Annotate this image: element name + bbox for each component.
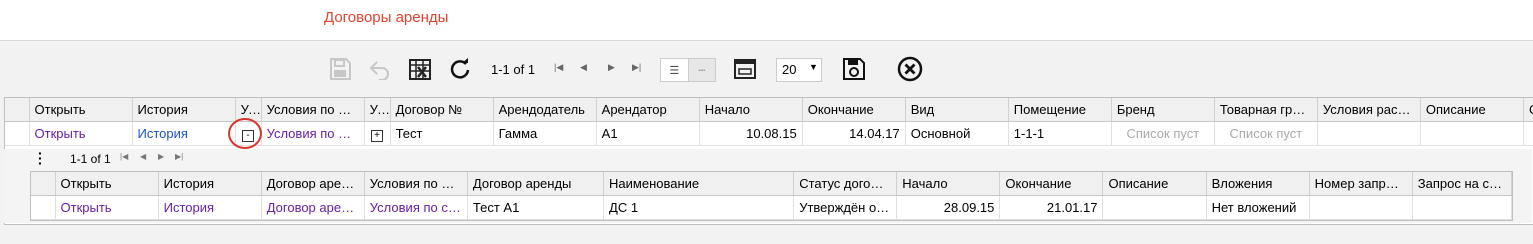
tenant-cell: А1 bbox=[596, 121, 700, 146]
save-icon[interactable] bbox=[326, 52, 354, 86]
column-header[interactable]: Наименование bbox=[603, 172, 795, 196]
end-date-cell: 21.01.17 bbox=[999, 195, 1104, 220]
row-selector-header bbox=[31, 172, 56, 196]
highlight-circle bbox=[228, 118, 262, 149]
column-header[interactable]: Номер запр… bbox=[1309, 172, 1413, 196]
product-group-cell: Список пуст bbox=[1214, 121, 1318, 146]
description-cell bbox=[1420, 121, 1524, 146]
view-list-icon[interactable]: ☰ bbox=[661, 59, 689, 81]
column-header[interactable]: Помещение bbox=[1008, 98, 1112, 122]
subgrid-pager-text: 1-1 of 1 bbox=[70, 152, 111, 166]
column-header[interactable]: Статус дого… bbox=[793, 172, 898, 196]
column-header[interactable]: Вложения bbox=[1206, 172, 1310, 196]
last-page-icon[interactable]: ▶| bbox=[175, 152, 183, 161]
pager-text: 1-1 of 1 bbox=[491, 62, 536, 77]
end-date-cell: 14.04.17 bbox=[802, 121, 906, 146]
description-cell bbox=[1102, 195, 1207, 220]
brand-cell: Список пуст bbox=[1111, 121, 1215, 146]
history-link[interactable]: История bbox=[132, 121, 236, 146]
column-header[interactable]: Арендодатель bbox=[493, 98, 597, 122]
contract-link[interactable]: Договор аре… bbox=[261, 195, 365, 220]
expand-row-button[interactable]: + bbox=[371, 129, 384, 142]
column-header[interactable]: Начало bbox=[699, 98, 803, 122]
column-header[interactable]: Открыть bbox=[55, 172, 159, 196]
next-page-icon[interactable]: ▶ bbox=[158, 152, 164, 161]
first-page-icon[interactable]: |◀ bbox=[554, 62, 563, 73]
column-header[interactable]: История bbox=[158, 172, 262, 196]
close-icon[interactable] bbox=[896, 52, 924, 86]
column-header[interactable]: Товарная гр… bbox=[1214, 98, 1318, 122]
subgrid-panel: · · · 1-1 of 1 |◀ ◀ ▶ ▶| Открыть История Д… bbox=[4, 146, 1532, 223]
column-header[interactable]: Условия по … bbox=[364, 172, 468, 196]
start-date-cell: 10.08.15 bbox=[699, 121, 803, 146]
page-size-dropdown[interactable]: 20 ▼ bbox=[776, 58, 822, 82]
sub-grid-header: Открыть История Договор аре… Условия по … bbox=[31, 172, 1513, 196]
column-header[interactable]: История bbox=[132, 98, 236, 122]
calc-conditions-cell bbox=[1317, 121, 1421, 146]
column-header[interactable]: Открыть bbox=[29, 98, 133, 122]
conditions-link[interactable]: Условия по с… bbox=[364, 195, 468, 220]
panel-icon[interactable] bbox=[732, 52, 758, 86]
drag-handle-icon[interactable]: · · · bbox=[38, 146, 43, 170]
column-header[interactable]: Описание bbox=[1420, 98, 1524, 122]
main-grid-header: Открыть История Усл Условия по … Усл Дог… bbox=[5, 98, 1533, 122]
column-header[interactable]: Окончание bbox=[802, 98, 906, 122]
column-header[interactable]: Договор аренды bbox=[467, 172, 605, 196]
request-number-cell bbox=[1309, 195, 1413, 220]
undo-icon[interactable] bbox=[366, 52, 394, 86]
lease-cell: Тест А1 bbox=[467, 195, 605, 220]
premises-cell: 1-1-1 bbox=[1008, 121, 1112, 146]
history-link[interactable]: История bbox=[158, 195, 262, 220]
landlord-cell: Гамма bbox=[493, 121, 597, 146]
first-page-icon[interactable]: |◀ bbox=[120, 152, 128, 161]
prev-page-icon[interactable]: ◀ bbox=[140, 152, 146, 161]
column-header[interactable]: Бренд bbox=[1111, 98, 1215, 122]
prev-page-icon[interactable]: ◀ bbox=[580, 62, 587, 73]
column-header[interactable]: Начало bbox=[896, 172, 1001, 196]
page-title: Договоры аренды bbox=[324, 9, 449, 26]
request-cell bbox=[1412, 195, 1513, 220]
refresh-icon[interactable] bbox=[446, 52, 474, 86]
column-header[interactable]: Условия по … bbox=[261, 98, 365, 122]
column-header[interactable]: Арендатор bbox=[596, 98, 700, 122]
open-link[interactable]: Открыть bbox=[29, 121, 133, 146]
open-link[interactable]: Открыть bbox=[55, 195, 159, 220]
column-header[interactable]: Описание bbox=[1102, 172, 1207, 196]
table-row[interactable]: Открыть История Договор аре… Условия по … bbox=[31, 195, 1513, 220]
status-cell: Утверждён о… bbox=[793, 195, 898, 220]
next-page-icon[interactable]: ▶ bbox=[608, 62, 615, 73]
chevron-down-icon: ▼ bbox=[809, 62, 818, 72]
column-header[interactable]: Договор аре… bbox=[261, 172, 365, 196]
column-header[interactable]: О bbox=[1523, 98, 1533, 122]
kind-cell: Основной bbox=[905, 121, 1009, 146]
last-page-icon[interactable]: ▶| bbox=[632, 62, 641, 73]
column-header[interactable]: Договор № bbox=[390, 98, 494, 122]
sub-grid: Открыть История Договор аре… Условия по … bbox=[30, 171, 1513, 221]
contract-number-cell: Тест bbox=[390, 121, 494, 146]
column-header[interactable]: Вид bbox=[905, 98, 1009, 122]
view-toggle: ☰ ┈ bbox=[660, 58, 716, 82]
row-selector[interactable] bbox=[31, 195, 56, 220]
column-header[interactable]: Окончание bbox=[999, 172, 1104, 196]
column-header[interactable]: Усл bbox=[364, 98, 391, 122]
extra-cell bbox=[1523, 121, 1533, 146]
conditions-link[interactable]: Условия по д… bbox=[261, 121, 365, 146]
page-size-value: 20 bbox=[782, 62, 797, 77]
attachments-cell: Нет вложений bbox=[1206, 195, 1310, 220]
name-cell: ДС 1 bbox=[603, 195, 795, 220]
row-selector[interactable] bbox=[5, 121, 30, 146]
column-header[interactable]: Запрос на ск… bbox=[1412, 172, 1513, 196]
save-settings-icon[interactable] bbox=[840, 52, 868, 86]
view-compact-icon[interactable]: ┈ bbox=[689, 59, 716, 81]
grid-toolbar: 1-1 of 1 |◀ ◀ ▶ ▶| ☰ ┈ 20 ▼ bbox=[326, 52, 946, 86]
row-selector-header bbox=[5, 98, 30, 122]
column-header[interactable]: Условия рас… bbox=[1317, 98, 1421, 122]
start-date-cell: 28.09.15 bbox=[896, 195, 1001, 220]
spreadsheet-icon[interactable] bbox=[406, 52, 434, 86]
